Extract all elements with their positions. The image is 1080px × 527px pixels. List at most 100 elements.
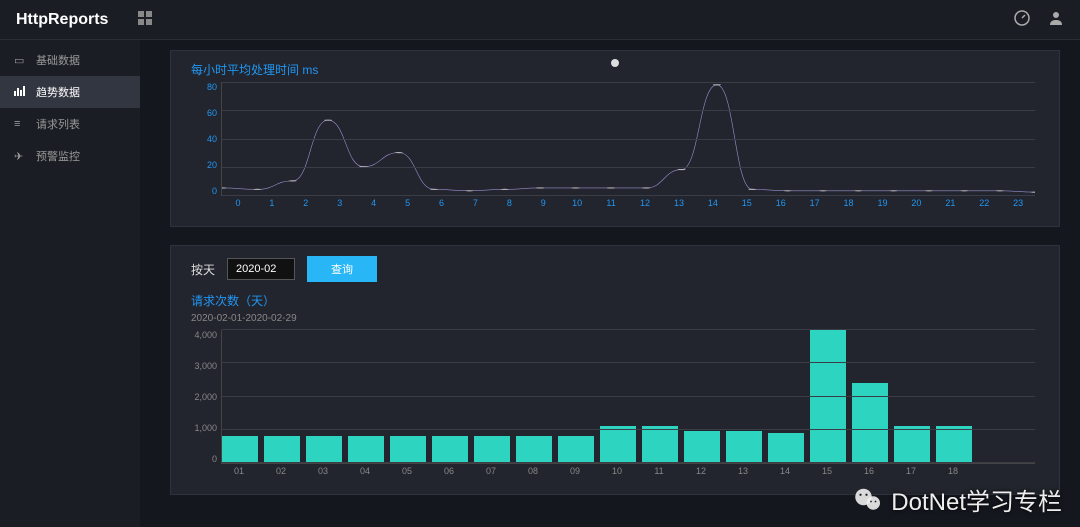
bar	[306, 436, 342, 463]
watermark: DotNet学习专栏	[853, 482, 1062, 517]
bar	[390, 436, 426, 463]
bar-chart: 4,000 3,000 2,000 1,000 0 01 02 03 04 05 06 07 08 09…	[191, 330, 1039, 480]
main-content: 每小时平均处理时间 ms 806040200 01234567891011121…	[140, 40, 1080, 527]
bar	[264, 436, 300, 463]
list-icon: ≡	[14, 118, 26, 130]
query-button[interactable]: 查询	[307, 256, 377, 282]
bar	[936, 426, 972, 463]
x-tick: 13	[662, 198, 696, 212]
x-tick: 14	[767, 466, 803, 480]
sidebar-item-label: 基础数据	[36, 52, 80, 68]
panel-title: 请求次数（天）	[191, 292, 1039, 309]
panel-subtitle: 2020-02-01-2020-02-29	[191, 313, 1039, 324]
user-icon[interactable]	[1048, 10, 1064, 29]
sidebar-item-trend[interactable]: 趋势数据	[0, 76, 140, 108]
x-tick: 17	[798, 198, 832, 212]
sidebar-item-label: 预警监控	[36, 148, 80, 164]
apps-icon[interactable]	[138, 11, 152, 28]
x-tick: 18	[935, 466, 971, 480]
x-tick: 12	[628, 198, 662, 212]
sidebar-item-requests[interactable]: ≡ 请求列表	[0, 108, 140, 140]
sidebar-item-label: 请求列表	[36, 116, 80, 132]
line-chart: 806040200 012345678910111213141516171819…	[191, 82, 1039, 212]
brand-title: HttpReports	[16, 11, 108, 29]
legend-dot-icon	[611, 59, 619, 67]
x-tick: 0	[221, 198, 255, 212]
x-tick: 03	[305, 466, 341, 480]
bar	[222, 436, 258, 463]
x-tick: 15	[809, 466, 845, 480]
x-tick: 18	[832, 198, 866, 212]
x-tick: 16	[764, 198, 798, 212]
x-tick: 14	[696, 198, 730, 212]
x-tick: 1	[255, 198, 289, 212]
bar	[432, 436, 468, 463]
watermark-text: DotNet学习专栏	[891, 482, 1062, 517]
x-tick: 16	[851, 466, 887, 480]
y-tick: 2,000	[191, 392, 217, 402]
sidebar: ▭ 基础数据 趋势数据 ≡ 请求列表 ✈ 预警监控	[0, 40, 140, 527]
bar	[600, 426, 636, 463]
x-tick: 4	[357, 198, 391, 212]
x-tick: 9	[526, 198, 560, 212]
y-tick: 20	[191, 160, 217, 170]
x-tick: 10	[599, 466, 635, 480]
x-tick: 02	[263, 466, 299, 480]
y-tick: 4,000	[191, 330, 217, 340]
x-tick: 7	[458, 198, 492, 212]
x-tick: 09	[557, 466, 593, 480]
x-tick: 10	[560, 198, 594, 212]
y-tick: 40	[191, 134, 217, 144]
y-tick: 1,000	[191, 423, 217, 433]
x-tick: 20	[899, 198, 933, 212]
x-tick: 5	[391, 198, 425, 212]
bar	[348, 436, 384, 463]
send-icon: ✈	[14, 150, 26, 163]
daily-requests-panel: 按天 查询 请求次数（天） 2020-02-01-2020-02-29 4,00…	[170, 245, 1060, 495]
bar	[684, 431, 720, 463]
sidebar-item-label: 趋势数据	[36, 84, 80, 100]
x-tick: 06	[431, 466, 467, 480]
bar	[516, 436, 552, 463]
x-tick: 01	[221, 466, 257, 480]
x-tick: 6	[425, 198, 459, 212]
y-tick: 0	[191, 454, 217, 464]
bar	[768, 433, 804, 463]
x-tick: 13	[725, 466, 761, 480]
x-tick: 04	[347, 466, 383, 480]
y-tick: 80	[191, 82, 217, 92]
bar	[810, 330, 846, 463]
x-tick: 21	[933, 198, 967, 212]
bar	[558, 436, 594, 463]
y-tick: 3,000	[191, 361, 217, 371]
bar	[642, 426, 678, 463]
wechat-icon	[853, 485, 883, 515]
x-tick: 15	[730, 198, 764, 212]
bar	[894, 426, 930, 463]
date-input[interactable]	[227, 258, 295, 280]
x-tick: 3	[323, 198, 357, 212]
x-tick: 23	[1001, 198, 1035, 212]
x-tick: 19	[866, 198, 900, 212]
x-tick: 22	[967, 198, 1001, 212]
dashboard-icon[interactable]	[1014, 10, 1030, 29]
x-tick: 2	[289, 198, 323, 212]
x-tick: 07	[473, 466, 509, 480]
chart-icon	[14, 86, 26, 99]
bar	[726, 431, 762, 463]
x-tick: 05	[389, 466, 425, 480]
x-tick: 11	[641, 466, 677, 480]
x-tick: 08	[515, 466, 551, 480]
sidebar-item-basic[interactable]: ▭ 基础数据	[0, 44, 140, 76]
x-tick: 8	[492, 198, 526, 212]
y-tick: 0	[191, 186, 217, 196]
x-tick: 11	[594, 198, 628, 212]
monitor-icon: ▭	[14, 54, 26, 67]
x-tick: 17	[893, 466, 929, 480]
x-tick: 12	[683, 466, 719, 480]
hourly-avg-panel: 每小时平均处理时间 ms 806040200 01234567891011121…	[170, 50, 1060, 227]
by-label: 按天	[191, 261, 215, 278]
y-tick: 60	[191, 108, 217, 118]
sidebar-item-alert[interactable]: ✈ 预警监控	[0, 140, 140, 172]
bar	[474, 436, 510, 463]
